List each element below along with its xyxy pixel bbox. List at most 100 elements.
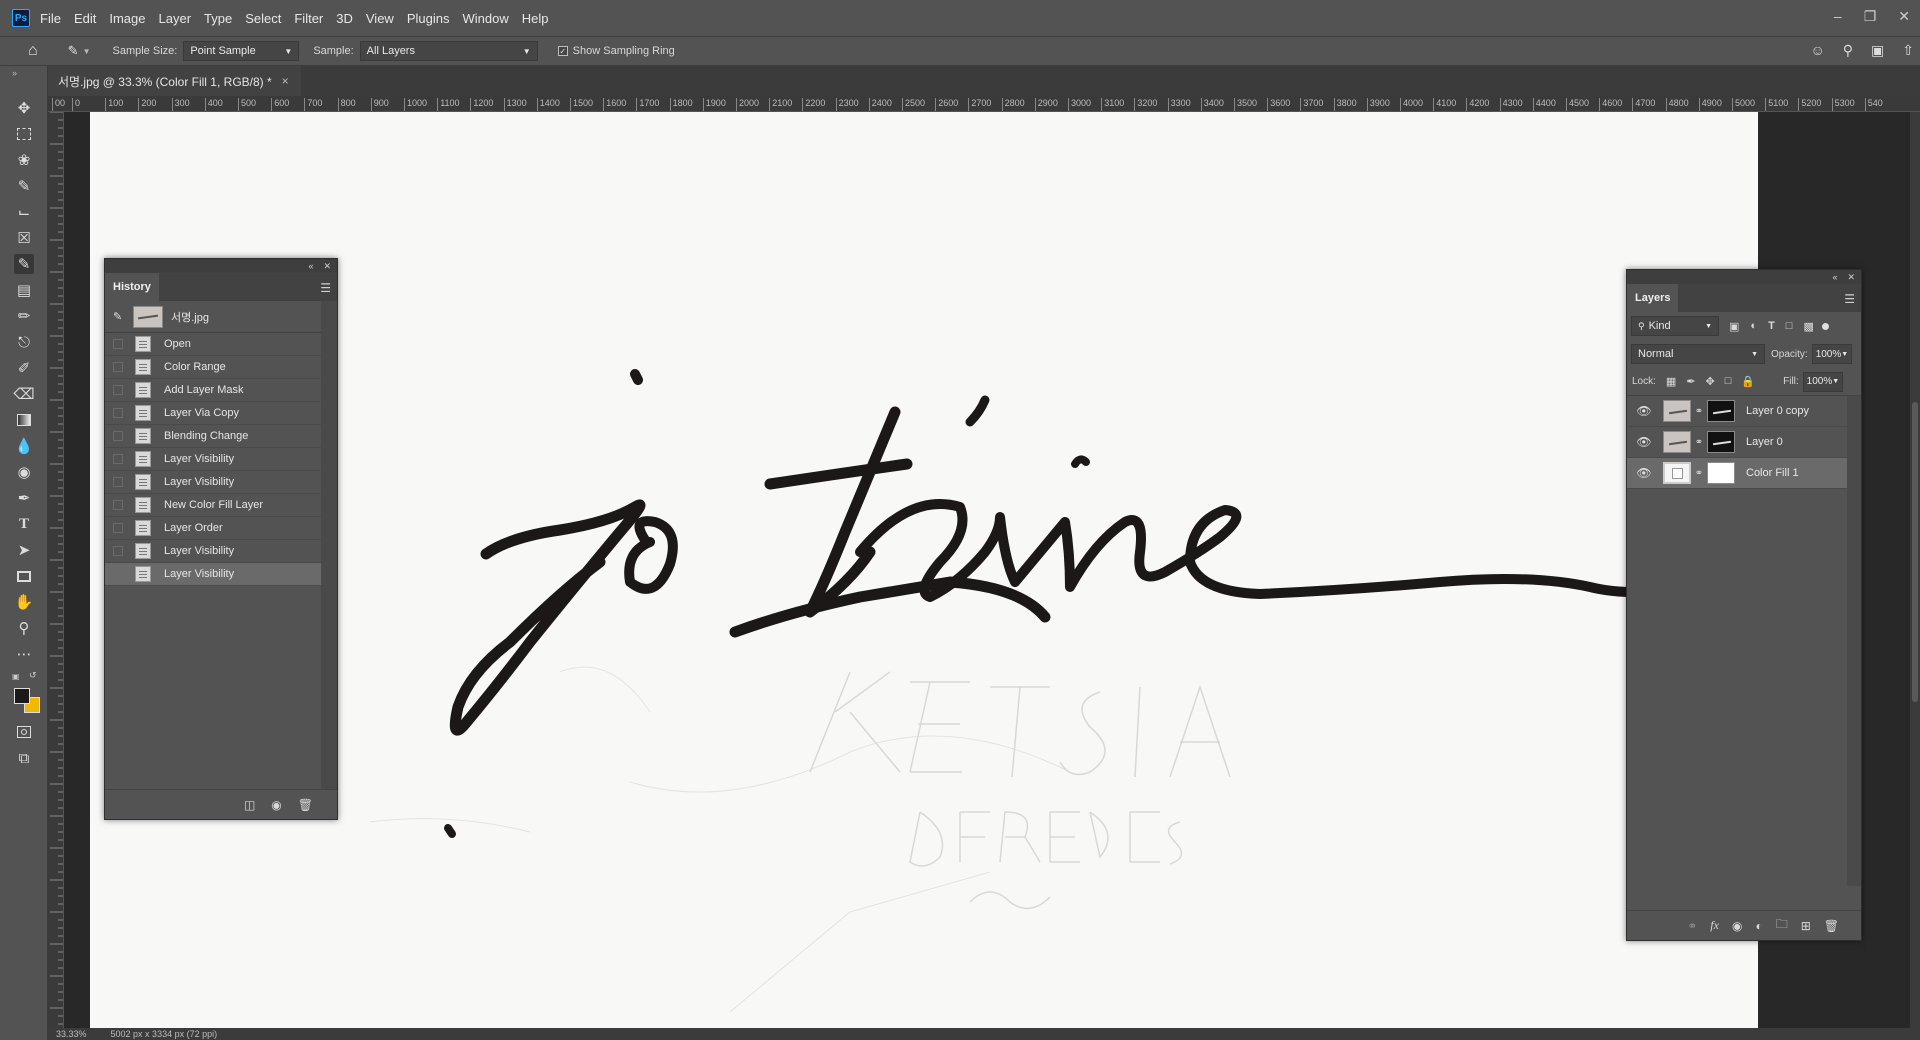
history-state[interactable]: Layer Order <box>105 517 321 540</box>
pen-tool-icon[interactable]: ✒ <box>14 488 34 508</box>
history-state[interactable]: Blending Change <box>105 425 321 448</box>
close-icon[interactable]: ✕ <box>1898 8 1910 25</box>
history-state[interactable]: Layer Visibility <box>105 540 321 563</box>
history-snapshot[interactable]: ✎ 서명.jpg <box>105 301 321 333</box>
history-state[interactable]: Color Range <box>105 356 321 379</box>
frame-tool-icon[interactable]: ☒ <box>14 228 34 248</box>
menu-type[interactable]: Type <box>204 11 232 26</box>
layer-row[interactable]: 👁 ⚭ Layer 0 <box>1627 427 1847 458</box>
history-brush-source-checkbox[interactable] <box>113 523 123 533</box>
new-document-from-state-icon[interactable]: ◫ <box>244 798 255 812</box>
home-icon[interactable]: ⌂ <box>28 42 38 60</box>
share-icon[interactable]: ⇧ <box>1902 42 1914 59</box>
zoom-level[interactable]: 33.33% <box>56 1029 87 1039</box>
layer-thumbnail[interactable] <box>1663 400 1691 422</box>
move-tool-icon[interactable]: ✥ <box>14 98 34 118</box>
dodge-tool-icon[interactable]: ◉ <box>14 462 34 482</box>
layer-name[interactable]: Layer 0 copy <box>1746 405 1809 417</box>
menu-window[interactable]: Window <box>462 11 508 26</box>
collapse-panel-icon[interactable]: « <box>1832 272 1837 282</box>
rectangle-tool-icon[interactable] <box>14 566 34 586</box>
lock-transparent-pixels-icon[interactable]: ▦ <box>1666 375 1676 388</box>
history-brush-source-checkbox[interactable] <box>113 546 123 556</box>
default-colors-icon[interactable]: ▣ <box>12 672 20 681</box>
filter-smart-object-icon[interactable]: ▩ <box>1803 320 1813 333</box>
close-panel-icon[interactable]: ✕ <box>323 261 331 272</box>
filter-pixel-icon[interactable]: ▣ <box>1729 320 1739 333</box>
layer-mask-thumbnail[interactable] <box>1707 462 1735 484</box>
layer-thumbnail[interactable] <box>1663 431 1691 453</box>
history-brush-source-checkbox[interactable] <box>113 385 123 395</box>
clone-stamp-tool-icon[interactable]: ⎋ <box>14 332 34 352</box>
healing-brush-tool-icon[interactable]: ▤ <box>14 280 34 300</box>
close-tab-icon[interactable]: × <box>282 74 289 88</box>
chevron-down-icon[interactable]: ▼ <box>83 47 91 56</box>
eye-icon[interactable]: 👁 <box>1635 404 1653 418</box>
layer-name[interactable]: Layer 0 <box>1746 436 1783 448</box>
vertical-scrollbar[interactable] <box>1910 112 1920 1028</box>
filter-toggle-icon[interactable] <box>1821 322 1829 330</box>
layer-mask-thumbnail[interactable] <box>1707 431 1735 453</box>
history-brush-source-checkbox[interactable] <box>113 408 123 418</box>
delete-layer-icon[interactable]: 🗑 <box>1824 919 1839 933</box>
mask-link-icon[interactable]: ⚭ <box>1694 437 1704 448</box>
collapse-panel-icon[interactable]: « <box>308 261 313 271</box>
lasso-tool-icon[interactable]: ❀ <box>14 150 34 170</box>
fill-input[interactable]: 100% ▼ <box>1802 371 1843 392</box>
layer-name[interactable]: Color Fill 1 <box>1746 467 1799 479</box>
marquee-tool-icon[interactable] <box>14 124 34 144</box>
filter-type-icon[interactable]: T <box>1768 320 1775 333</box>
history-tab[interactable]: History <box>105 273 159 301</box>
history-state[interactable]: Open <box>105 333 321 356</box>
brush-tool-icon[interactable]: ✏ <box>14 306 34 326</box>
layers-scrollbar[interactable] <box>1847 396 1861 886</box>
minimize-icon[interactable]: – <box>1834 8 1842 25</box>
history-brush-source-checkbox[interactable] <box>113 569 123 579</box>
filter-adjustment-icon[interactable]: ◐ <box>1750 320 1757 333</box>
history-state[interactable]: Layer Via Copy <box>105 402 321 425</box>
screen-mode-icon[interactable]: ⧉ <box>14 748 34 768</box>
menu-file[interactable]: File <box>40 11 61 26</box>
menu-select[interactable]: Select <box>245 11 281 26</box>
history-brush-source-checkbox[interactable] <box>113 362 123 372</box>
history-state[interactable]: Add Layer Mask <box>105 379 321 402</box>
menu-layer[interactable]: Layer <box>159 11 192 26</box>
document-canvas[interactable] <box>90 112 1758 1028</box>
mask-link-icon[interactable]: ⚭ <box>1694 468 1704 479</box>
add-mask-icon[interactable]: ◉ <box>1732 919 1742 933</box>
filter-shape-icon[interactable]: □ <box>1786 320 1793 333</box>
new-adjustment-layer-icon[interactable]: ◐ <box>1755 919 1762 933</box>
more-tools-icon[interactable]: ⋯ <box>14 644 34 664</box>
panel-menu-icon[interactable]: ☰ <box>1844 292 1855 306</box>
history-brush-source-checkbox[interactable] <box>113 339 123 349</box>
sample-select[interactable]: All Layers ▼ <box>359 41 538 61</box>
history-brush-source-checkbox[interactable] <box>113 431 123 441</box>
close-panel-icon[interactable]: ✕ <box>1847 272 1855 283</box>
document-tab[interactable]: 서명.jpg @ 33.3% (Color Fill 1, RGB/8) * × <box>48 66 301 96</box>
collapse-toolbar-icon[interactable]: » <box>12 68 17 78</box>
menu-view[interactable]: View <box>366 11 394 26</box>
history-state[interactable]: Layer Visibility <box>105 448 321 471</box>
blend-mode-select[interactable]: Normal ▼ <box>1631 344 1765 364</box>
vertical-scrollbar-thumb[interactable] <box>1912 402 1918 702</box>
workspace-icon[interactable]: ▣ <box>1871 42 1884 59</box>
quick-mask-icon[interactable] <box>14 722 34 742</box>
history-brush-source-checkbox[interactable] <box>113 454 123 464</box>
share-user-icon[interactable]: ☺ <box>1810 42 1824 59</box>
lock-image-pixels-icon[interactable]: ✒ <box>1686 375 1695 388</box>
menu-edit[interactable]: Edit <box>74 11 96 26</box>
type-tool-icon[interactable]: T <box>14 514 34 534</box>
quick-selection-tool-icon[interactable]: ✎ <box>14 176 34 196</box>
mask-link-icon[interactable]: ⚭ <box>1694 406 1704 417</box>
layer-row[interactable]: 👁 ⚭ Color Fill 1 <box>1627 458 1847 489</box>
restore-icon[interactable]: ❐ <box>1864 8 1877 25</box>
zoom-tool-icon[interactable]: ⚲ <box>14 618 34 638</box>
show-sampling-ring-checkbox[interactable]: ✓ <box>557 46 568 56</box>
eye-icon[interactable]: 👁 <box>1635 435 1653 449</box>
history-brush-source-icon[interactable]: ✎ <box>113 310 127 323</box>
link-layers-icon[interactable]: ⚭ <box>1687 919 1697 933</box>
menu-3d[interactable]: 3D <box>336 11 353 26</box>
lock-all-icon[interactable]: 🔒 <box>1741 375 1755 388</box>
hand-tool-icon[interactable]: ✋ <box>14 592 34 612</box>
new-group-icon[interactable]: 🗀 <box>1776 915 1788 936</box>
